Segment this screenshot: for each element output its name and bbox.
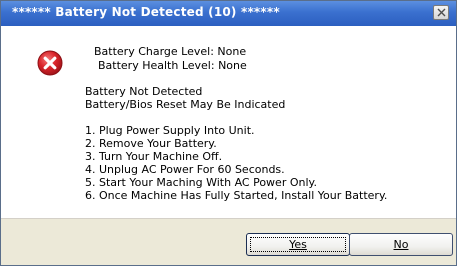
- no-button[interactable]: No: [349, 233, 453, 256]
- button-bar: Yes No: [1, 218, 456, 265]
- message-dialog: ****** Battery Not Detected (10) ****** …: [0, 0, 457, 266]
- step-item: 5. Start Your Maching With AC Power Only…: [85, 176, 317, 189]
- charge-level-text: Battery Charge Level: None: [94, 45, 247, 58]
- not-detected-text: Battery Not Detected: [85, 85, 203, 98]
- close-button[interactable]: [433, 5, 449, 20]
- no-button-label: No: [393, 238, 409, 251]
- health-level-text: Battery Health Level: None: [98, 59, 247, 72]
- close-icon: [437, 8, 445, 17]
- focus-ring: [250, 237, 346, 252]
- step-item: 6. Once Machine Has Fully Started, Insta…: [85, 189, 388, 202]
- yes-button[interactable]: Yes: [246, 233, 350, 256]
- step-item: 2. Remove Your Battery.: [85, 137, 217, 150]
- dialog-title: ****** Battery Not Detected (10) ******: [12, 5, 280, 19]
- title-bar[interactable]: ****** Battery Not Detected (10) ******: [1, 1, 456, 26]
- reset-indicated-text: Battery/Bios Reset May Be Indicated: [85, 98, 286, 111]
- step-item: 3. Turn Your Machine Off.: [85, 150, 223, 163]
- step-item: 4. Unplug AC Power For 60 Seconds.: [85, 163, 285, 176]
- step-item: 1. Plug Power Supply Into Unit.: [85, 124, 255, 137]
- error-icon: [37, 50, 63, 76]
